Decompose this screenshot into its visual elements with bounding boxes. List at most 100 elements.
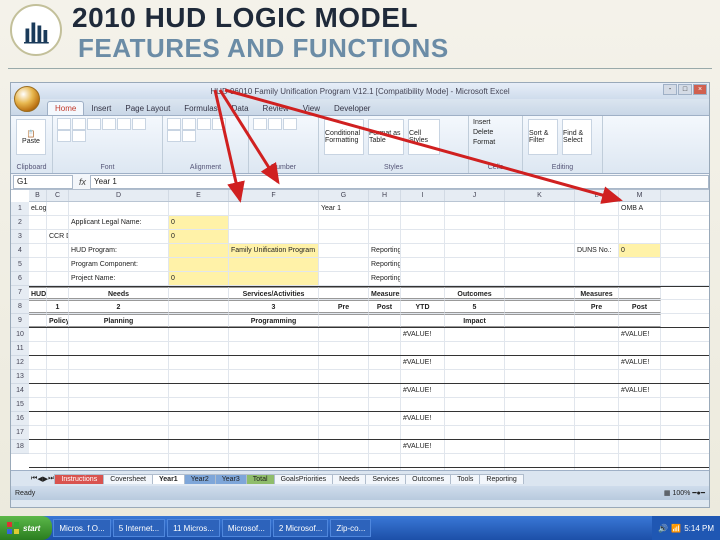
cell[interactable] (619, 287, 661, 299)
cell[interactable] (619, 440, 661, 453)
cell[interactable] (29, 272, 47, 285)
cell[interactable]: Program Component: (69, 258, 169, 271)
wrap-icon[interactable] (212, 118, 226, 130)
cell[interactable]: Pre (575, 300, 619, 313)
row-header-8[interactable]: 8 (11, 300, 29, 314)
delete-cells-button[interactable]: Delete (473, 128, 518, 138)
worksheet-area[interactable]: BCDEFGHIJKLM 123456789101112131415161718… (11, 190, 709, 470)
cell[interactable] (575, 258, 619, 271)
cell[interactable]: 2 (69, 300, 169, 313)
fill-icon[interactable] (117, 118, 131, 130)
cell[interactable]: Outcomes (445, 287, 505, 299)
font-color-icon[interactable] (132, 118, 146, 130)
sheet-tab-needs[interactable]: Needs (332, 474, 366, 484)
cell[interactable] (505, 244, 575, 257)
cell[interactable] (169, 356, 229, 369)
cell[interactable] (169, 328, 229, 341)
cell[interactable] (619, 342, 661, 355)
find-select-button[interactable]: Find & Select (562, 119, 592, 155)
cell[interactable] (445, 384, 505, 397)
cell[interactable] (319, 370, 369, 383)
sheet-tab-coversheet[interactable]: Coversheet (103, 474, 153, 484)
cell-styles-button[interactable]: Cell Styles (408, 119, 440, 155)
cell[interactable]: Measures (575, 287, 619, 299)
name-box[interactable]: G1 (13, 175, 73, 189)
cell[interactable] (369, 342, 401, 355)
cell[interactable] (169, 440, 229, 453)
cell[interactable] (47, 384, 69, 397)
cell[interactable] (619, 272, 661, 285)
row-header-7[interactable]: 7 (11, 286, 29, 300)
cell[interactable] (229, 216, 319, 229)
row-header-15[interactable]: 15 (11, 398, 29, 412)
cell[interactable]: Reporting Period: (369, 244, 401, 257)
cell[interactable] (169, 342, 229, 355)
cell[interactable] (619, 454, 661, 467)
cell[interactable] (445, 342, 505, 355)
cell[interactable]: YTD (401, 300, 445, 313)
cell[interactable] (445, 370, 505, 383)
cell[interactable]: #VALUE! (619, 328, 661, 341)
cell[interactable] (445, 216, 505, 229)
taskbar-item[interactable]: Micros. f.O... (53, 519, 110, 537)
cell[interactable] (575, 384, 619, 397)
cell[interactable] (229, 230, 319, 243)
tab-developer[interactable]: Developer (327, 102, 377, 115)
cell[interactable] (169, 454, 229, 467)
row-header-1[interactable]: 1 (11, 202, 29, 216)
col-header-E[interactable]: E (169, 190, 229, 201)
cell[interactable]: 5 (445, 300, 505, 313)
cell[interactable]: #VALUE! (401, 356, 445, 369)
cell[interactable] (369, 216, 401, 229)
cell[interactable]: OMB A (619, 202, 661, 215)
cell[interactable] (169, 370, 229, 383)
cell[interactable]: Impact (445, 314, 505, 327)
cell[interactable] (319, 258, 369, 271)
tray-volume-icon[interactable]: 🔊 (658, 524, 668, 533)
cell[interactable] (401, 426, 445, 439)
cell[interactable] (619, 398, 661, 411)
cell[interactable] (401, 244, 445, 257)
cell[interactable] (319, 454, 369, 467)
cell[interactable] (401, 272, 445, 285)
cell[interactable] (47, 468, 69, 470)
cell[interactable] (505, 426, 575, 439)
cell[interactable] (445, 356, 505, 369)
close-button[interactable]: × (693, 84, 707, 95)
cell[interactable]: Needs (69, 287, 169, 299)
cell[interactable] (369, 426, 401, 439)
cell[interactable] (229, 468, 319, 470)
underline-icon[interactable] (87, 118, 101, 130)
cell[interactable] (445, 230, 505, 243)
cell[interactable] (575, 440, 619, 453)
tab-view[interactable]: View (296, 102, 327, 115)
cell[interactable] (619, 230, 661, 243)
cell[interactable] (369, 314, 401, 327)
cell[interactable] (169, 258, 229, 271)
cell[interactable] (505, 300, 575, 313)
format-cells-button[interactable]: Format (473, 138, 518, 148)
cell[interactable] (69, 412, 169, 425)
cell[interactable] (29, 314, 47, 327)
sheet-tab-instructions[interactable]: Instructions (54, 474, 104, 484)
fx-icon[interactable]: fx (79, 177, 86, 187)
taskbar-item[interactable]: Zip-co... (330, 519, 371, 537)
cell[interactable] (29, 370, 47, 383)
cell[interactable] (401, 230, 445, 243)
cell[interactable] (319, 230, 369, 243)
bold-icon[interactable] (57, 118, 71, 130)
cell[interactable] (47, 258, 69, 271)
col-header-C[interactable]: C (47, 190, 69, 201)
sheet-tab-services[interactable]: Services (365, 474, 406, 484)
cell-grid[interactable]: eLogic Model©Year 1OMB AApplicant Legal … (29, 202, 709, 470)
cell[interactable] (369, 440, 401, 453)
cell[interactable] (619, 258, 661, 271)
office-button[interactable] (14, 86, 40, 112)
row-header-18[interactable]: 18 (11, 440, 29, 454)
cell[interactable] (29, 398, 47, 411)
cell[interactable]: HUD Policy Goals Priority (29, 287, 47, 299)
cell[interactable] (319, 468, 369, 470)
cell[interactable] (505, 287, 575, 299)
cell[interactable] (369, 412, 401, 425)
cell[interactable] (47, 440, 69, 453)
